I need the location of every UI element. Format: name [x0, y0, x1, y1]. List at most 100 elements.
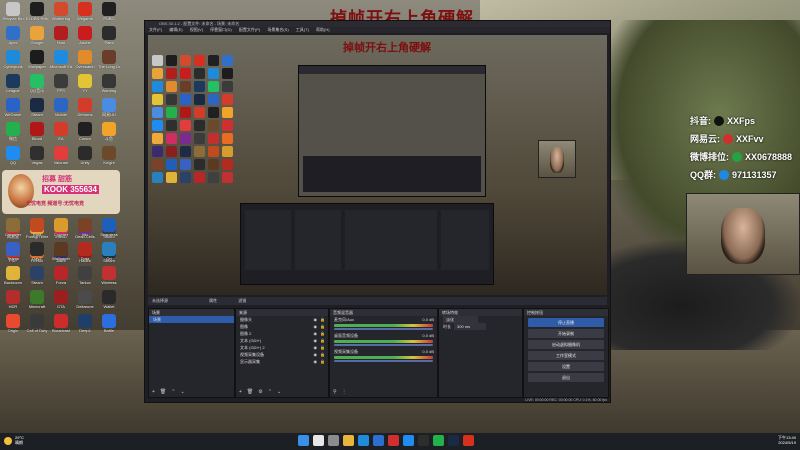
lock-icon[interactable]: 🔒 [320, 337, 325, 344]
desktop-icon[interactable]: Forza [50, 266, 72, 292]
add-scene-icon[interactable]: + [152, 389, 155, 395]
menu-profile[interactable]: 配置文件(P) [239, 27, 260, 32]
tab-properties[interactable]: 属性 [209, 298, 217, 303]
desktop-icon[interactable]: Counter [50, 218, 72, 244]
desktop-icon[interactable]: Ori [98, 242, 120, 268]
wechat-icon[interactable] [433, 435, 444, 446]
desktop-icon[interactable]: Tarkov [74, 266, 96, 292]
edge-icon[interactable] [358, 435, 369, 446]
desktop-icon[interactable]: QQ [2, 146, 24, 172]
weather-widget[interactable]: 29°C 晴朗 [4, 435, 24, 446]
netease-icon[interactable] [388, 435, 399, 446]
wegame-icon[interactable] [463, 435, 474, 446]
desktop-icon[interactable]: DeepL [74, 314, 96, 340]
desktop-icon[interactable]: Origin [2, 314, 24, 340]
menu-file[interactable]: 文件(F) [149, 27, 162, 32]
lock-icon[interactable]: 🔒 [320, 351, 325, 358]
exit-button[interactable]: 退出 [528, 373, 604, 382]
source-up-icon[interactable]: ⌃ [268, 389, 272, 395]
remove-source-icon[interactable]: 🗑 [247, 389, 253, 395]
add-source-icon[interactable]: + [239, 389, 242, 395]
desktop-icon[interactable]: Backroom [2, 266, 24, 292]
source-settings-icon[interactable]: ⚙ [258, 389, 262, 395]
desktop-icon[interactable]: Mobile [50, 98, 72, 124]
store-icon[interactable] [373, 435, 384, 446]
menu-tools[interactable]: 工具(T) [296, 27, 309, 32]
desktop-icon[interactable]: WeGame [2, 98, 24, 124]
desktop-icon[interactable]: Broadcast [50, 314, 72, 340]
transition-select[interactable]: 淡化 [443, 316, 478, 323]
desktop-icon[interactable]: 微信 [2, 122, 24, 148]
studio-mode-button[interactable]: 工作室模式 [528, 351, 604, 360]
source-item[interactable]: 图像 ◉ 🔒 [236, 323, 328, 330]
desktop-icon[interactable]: Crusader [2, 218, 24, 244]
desktop-icon[interactable]: Steam [26, 98, 48, 124]
desktop-icon[interactable]: Teams [2, 242, 24, 268]
lock-icon[interactable]: 🔒 [320, 344, 325, 351]
menu-help[interactable]: 帮助(H) [316, 27, 330, 32]
desktop-icon[interactable]: Knight [98, 146, 120, 172]
steam-icon[interactable] [448, 435, 459, 446]
settings-button[interactable]: 设置 [528, 362, 604, 371]
source-item[interactable]: 视频采集设备 ◉ 🔒 [236, 351, 328, 358]
desktop-icon[interactable]: DayZ [26, 242, 48, 268]
desktop-icon[interactable]: GTA [50, 290, 72, 316]
visibility-icon[interactable]: ◉ [314, 351, 318, 358]
search-icon[interactable] [313, 435, 324, 446]
tab-no-source[interactable]: 未选择源 [152, 298, 168, 303]
desktop-icon[interactable]: Hunt [50, 26, 72, 52]
start-recording-button[interactable]: 开始录制 [528, 329, 604, 338]
visibility-icon[interactable]: ◉ [314, 316, 318, 323]
obs-preview[interactable]: 掉帧开右上角硬解 [148, 35, 607, 295]
clock[interactable]: 下午13:40 2024/5/19 [778, 435, 796, 445]
volume-slider[interactable] [334, 328, 433, 330]
desktop-icon[interactable]: YY [74, 74, 96, 100]
desktop-icon[interactable]: Recycle Bin [2, 2, 24, 28]
desktop-icon[interactable]: PUBG [98, 2, 120, 28]
desktop-icon[interactable]: 网易UU [98, 98, 120, 124]
source-item[interactable]: 显示器采集 ◉ 🔒 [236, 358, 328, 365]
desktop-icon[interactable]: FPS [50, 74, 72, 100]
source-item[interactable]: 文本 (GDI+) ◉ 🔒 [236, 337, 328, 344]
mixer-menu-icon[interactable]: ⋮ [342, 389, 347, 395]
desktop-icon[interactable]: QQ音乐 [26, 74, 48, 100]
desktop-icon[interactable]: HDR [2, 290, 24, 316]
desktop-icon[interactable]: Apex [2, 26, 24, 52]
desktop-icon[interactable]: League [2, 74, 24, 100]
desktop-icon[interactable]: Overwatch [74, 50, 96, 76]
duration-input[interactable]: 300 ms [454, 323, 487, 330]
desktop-icon[interactable]: EA [50, 122, 72, 148]
desktop-icon[interactable]: Cyberpunk [2, 50, 24, 76]
desktop-icon[interactable]: Cursor [74, 122, 96, 148]
desktop-icon[interactable]: Paint [98, 26, 120, 52]
desktop-icon[interactable]: Wuthering [50, 2, 72, 28]
desktop-icon[interactable]: Wallpaper [50, 242, 72, 268]
volume-slider[interactable] [334, 344, 433, 346]
lock-icon[interactable]: 🔒 [320, 358, 325, 365]
desktop-icon[interactable]: Unity [74, 146, 96, 172]
desktop-icon[interactable]: Call of Duty [26, 314, 48, 340]
desktop-icon[interactable]: Wallpaper [26, 50, 48, 76]
desktop-icon[interactable]: The Long Dark [98, 50, 120, 76]
desktop-icon[interactable]: Warning [98, 74, 120, 100]
menu-view[interactable]: 视图(V) [190, 27, 203, 32]
menu-edit[interactable]: 编辑(E) [169, 27, 182, 32]
start-icon[interactable] [298, 435, 309, 446]
menu-docks[interactable]: 停靠窗口(D) [210, 27, 232, 32]
desktop-icon[interactable]: ELDEN RING [26, 2, 48, 28]
desktop-icon[interactable]: Demons [74, 98, 96, 124]
desktop-icon[interactable]: Microsoft Edge [50, 50, 72, 76]
desktop-icon[interactable]: Wallet [98, 290, 120, 316]
source-item[interactable]: 摄像头 ◉ 🔒 [236, 316, 328, 323]
source-item[interactable]: 图像 2 ◉ 🔒 [236, 330, 328, 337]
remove-scene-icon[interactable]: 🗑 [160, 389, 166, 395]
desktop-icon[interactable]: Rust [26, 218, 48, 244]
qq-icon[interactable] [403, 435, 414, 446]
visibility-icon[interactable]: ◉ [314, 337, 318, 344]
menu-scene-collection[interactable]: 场景集合(S) [267, 27, 288, 32]
obs-window[interactable]: OBS 30.1.2 - 配置文件: 未命名 - 场景: 未命名 文件(F) 编… [144, 20, 611, 403]
desktop-icon[interactable]: Wireless [98, 266, 120, 292]
explorer-icon[interactable] [343, 435, 354, 446]
visibility-icon[interactable]: ◉ [314, 323, 318, 330]
desktop-icon[interactable]: Blood [26, 122, 48, 148]
